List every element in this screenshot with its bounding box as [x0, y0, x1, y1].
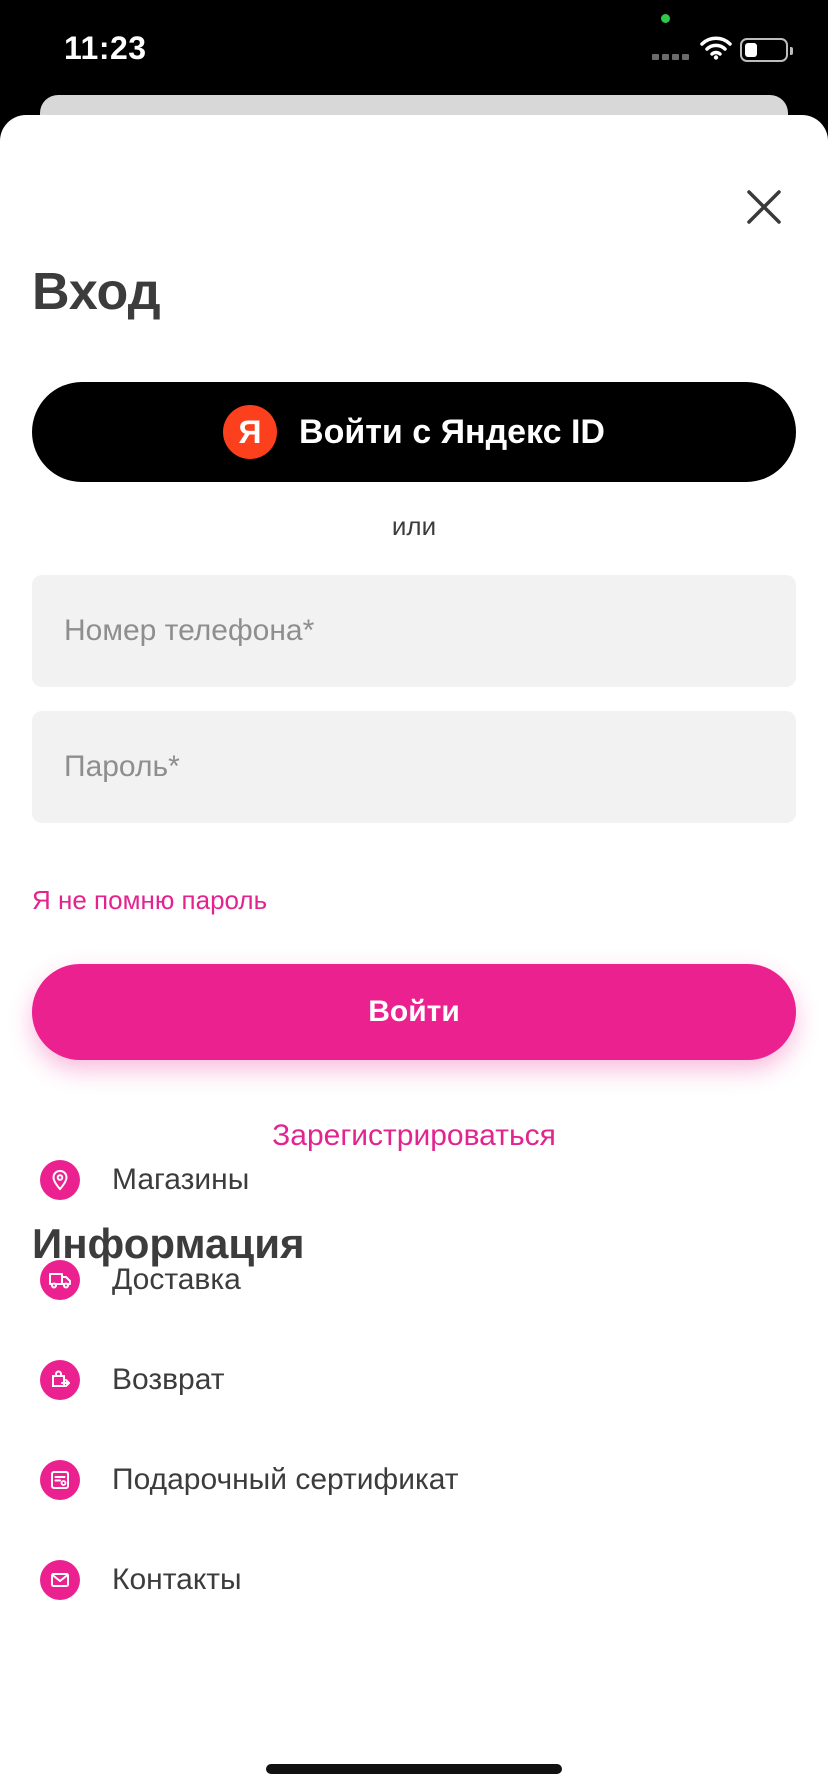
yandex-id-login-button[interactable]: Я Войти с Яндекс ID: [32, 382, 796, 482]
mail-icon: [40, 1560, 80, 1600]
info-item-label: Возврат: [112, 1363, 225, 1396]
info-item-delivery[interactable]: Доставка: [40, 1250, 241, 1310]
info-item-return[interactable]: Возврат: [40, 1350, 225, 1410]
info-item-contacts[interactable]: Контакты: [40, 1550, 242, 1610]
login-sheet: Вход Я Войти с Яндекс ID или Я не помню …: [0, 115, 828, 1792]
camera-indicator-dot: [661, 14, 670, 23]
cellular-signal-icon: [652, 54, 689, 60]
info-item-stores[interactable]: Магазины: [40, 1150, 249, 1210]
close-button[interactable]: [740, 183, 788, 231]
phone-input[interactable]: [32, 575, 796, 687]
status-time: 11:23: [64, 30, 147, 66]
login-button[interactable]: Войти: [32, 964, 796, 1060]
yandex-button-label: Войти с Яндекс ID: [299, 412, 605, 451]
info-item-gift-certificate[interactable]: Подарочный сертификат: [40, 1450, 459, 1510]
wifi-icon: [700, 36, 732, 60]
home-indicator: [266, 1764, 562, 1774]
forgot-password-link[interactable]: Я не помню пароль: [32, 885, 267, 916]
info-item-label: Подарочный сертификат: [112, 1463, 459, 1496]
close-icon: [747, 190, 781, 224]
truck-icon: [40, 1260, 80, 1300]
info-item-label: Контакты: [112, 1563, 242, 1596]
info-item-label: Доставка: [112, 1263, 241, 1296]
location-pin-icon: [40, 1160, 80, 1200]
register-link[interactable]: Зарегистрироваться: [0, 1119, 828, 1153]
password-input[interactable]: [32, 711, 796, 823]
return-bag-icon: [40, 1360, 80, 1400]
battery-icon: [740, 38, 793, 62]
gift-certificate-icon: [40, 1460, 80, 1500]
info-item-label: Магазины: [112, 1163, 250, 1196]
status-bar: 11:23: [0, 0, 828, 96]
or-separator: или: [391, 511, 437, 541]
yandex-logo-icon: Я: [223, 405, 278, 459]
page-title: Вход: [32, 263, 161, 321]
